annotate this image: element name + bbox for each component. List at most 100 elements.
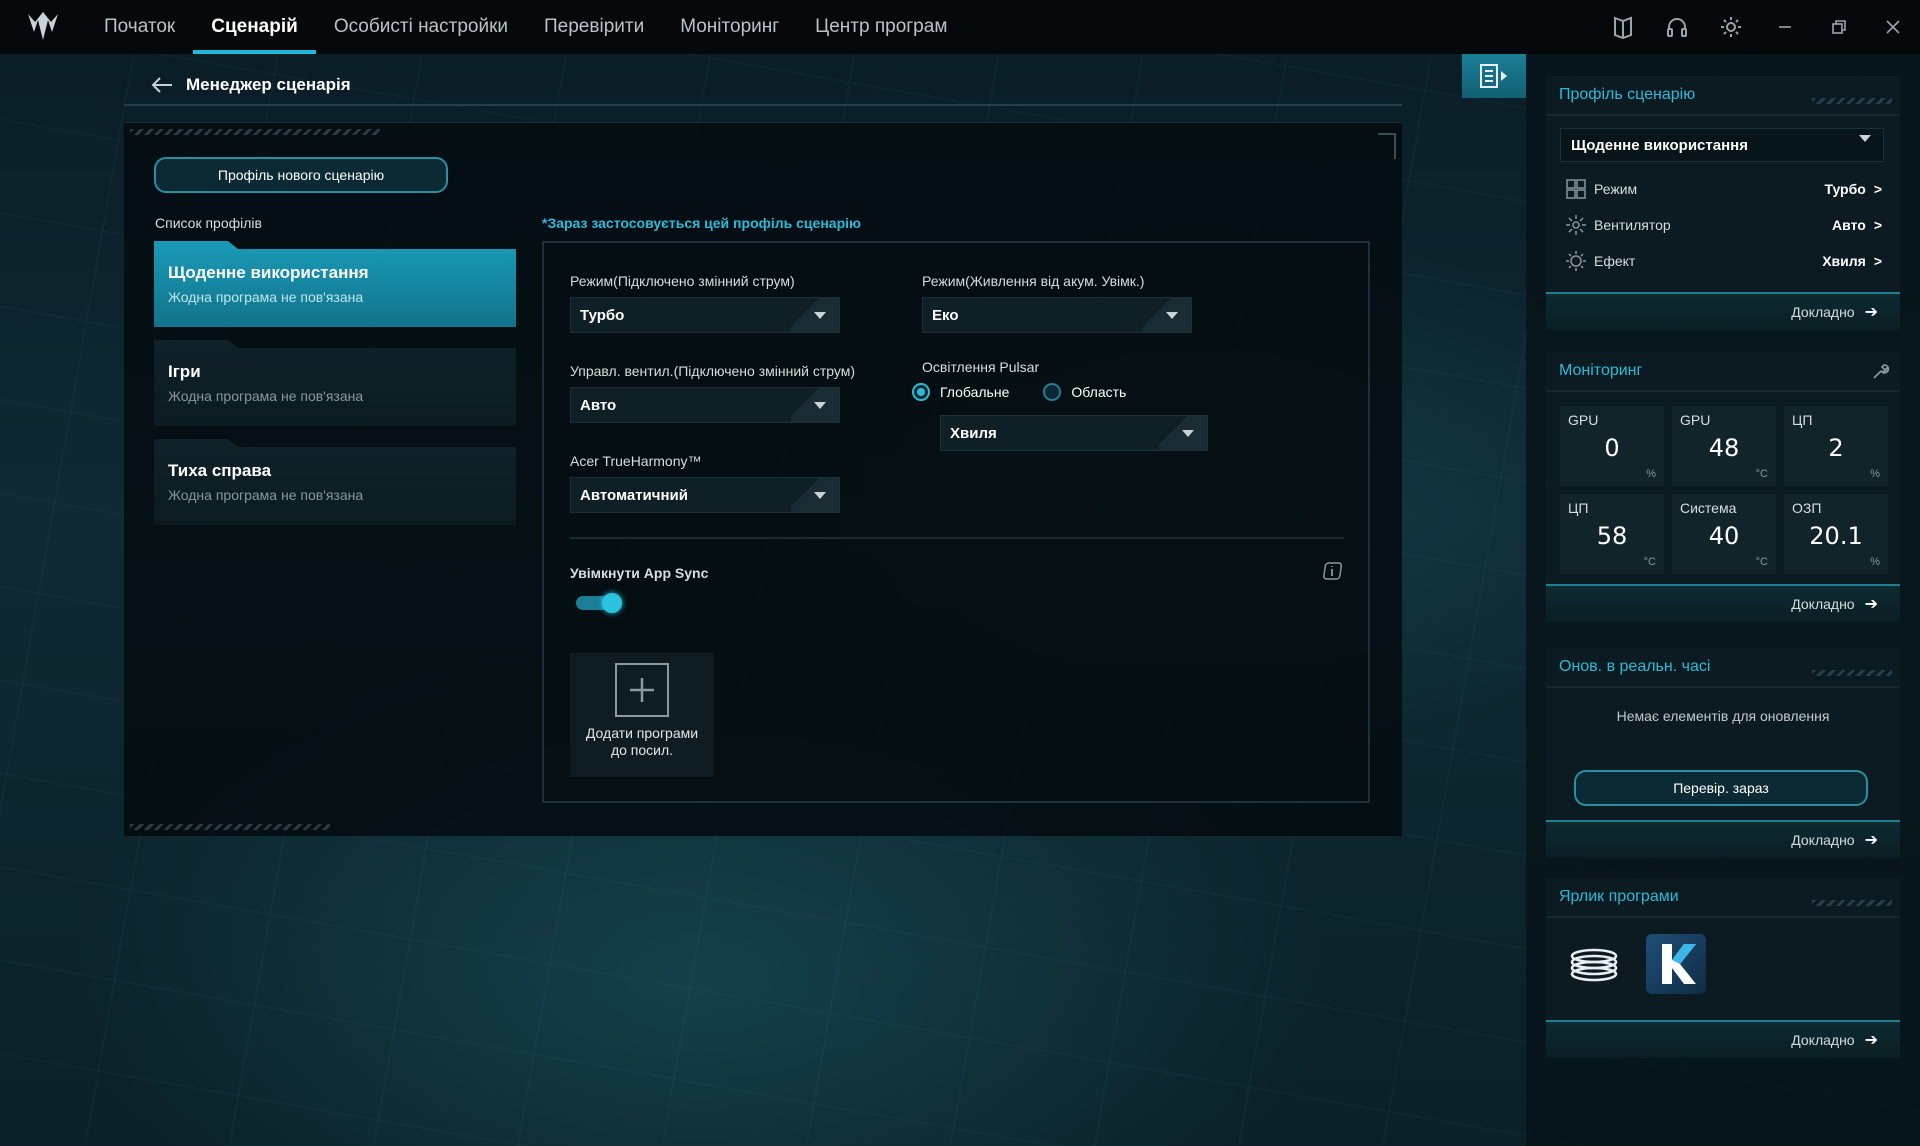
pulsar-global-radio[interactable]: Глобальне bbox=[912, 383, 1009, 401]
gear-icon[interactable] bbox=[1704, 0, 1758, 54]
mode-ac-value: Турбо bbox=[580, 306, 625, 324]
scenario-profile-dropdown[interactable]: Щоденне використання bbox=[1560, 128, 1884, 162]
monitor-grid: GPU 0 % GPU 48 °C ЦП 2 % ЦП 58 °C Систем… bbox=[1560, 406, 1888, 574]
add-apps-button[interactable]: Додати програми до посил. bbox=[570, 653, 714, 777]
profile-name: Ігри bbox=[168, 362, 201, 381]
active-profile-notice: *Зараз застосовується цей профіль сценар… bbox=[542, 215, 861, 231]
mode-ac-label: Режим(Підключено змінний струм) bbox=[570, 273, 795, 289]
effect-value: Хвиля bbox=[1822, 253, 1866, 269]
chevron-right-icon: > bbox=[1873, 181, 1882, 197]
profile-name: Щоденне використання bbox=[168, 263, 369, 282]
nav-check[interactable]: Перевірити bbox=[526, 0, 662, 54]
book-icon[interactable] bbox=[1596, 0, 1650, 54]
no-updates-text: Немає елементів для оновлення bbox=[1616, 708, 1830, 724]
arrow-right-icon: ➔ bbox=[1864, 832, 1878, 849]
app-shortcut-card: Ярлик програми Докладно ➔ bbox=[1546, 878, 1900, 1058]
chevron-down-icon bbox=[791, 298, 839, 332]
live-update-card: Онов. в реальн. часі Немає елементів для… bbox=[1546, 648, 1900, 858]
profile-list: Щоденне використання Жодна програма не п… bbox=[154, 241, 516, 538]
check-now-button[interactable]: Перевір. зараз bbox=[1574, 770, 1868, 806]
profile-settings: Режим(Підключено змінний струм) Турбо Ре… bbox=[542, 241, 1370, 803]
fan-ac-dropdown[interactable]: Авто bbox=[570, 387, 840, 423]
nav-home[interactable]: Початок bbox=[86, 0, 193, 54]
predator-logo-icon bbox=[22, 7, 64, 47]
pulsar-effect-dropdown[interactable]: Хвиля bbox=[940, 415, 1208, 451]
right-sidebar: Профіль сценарію Щоденне використання Ре… bbox=[1526, 54, 1920, 1146]
profile-item-quiet[interactable]: Тиха справа Жодна програма не пов'язана bbox=[154, 439, 516, 525]
mode-battery-label: Режим(Живлення від акум. Увімк.) bbox=[922, 273, 1145, 289]
top-bar: Початок Сценарій Особисті настройки Пере… bbox=[0, 0, 1920, 54]
arrow-right-icon: ➔ bbox=[1864, 596, 1878, 613]
window-controls bbox=[1596, 0, 1920, 54]
info-icon[interactable] bbox=[1322, 561, 1343, 581]
nav-scenario[interactable]: Сценарій bbox=[193, 0, 316, 54]
monitor-cpu-usage: ЦП 2 % bbox=[1784, 406, 1888, 486]
nav-app-center[interactable]: Центр програм bbox=[797, 0, 965, 54]
fan-icon bbox=[1564, 213, 1588, 237]
monitoring-card: Моніторинг GPU 0 % GPU 48 °C ЦП 2 % ЦП 5… bbox=[1546, 352, 1900, 622]
nav-personal-settings[interactable]: Особисті настройки bbox=[316, 0, 526, 54]
chevron-down-icon bbox=[791, 388, 839, 422]
shortcut-more-link[interactable]: Докладно ➔ bbox=[1546, 1020, 1900, 1058]
divider bbox=[570, 537, 1344, 539]
decorative-corner bbox=[1378, 133, 1396, 159]
fan-ac-label: Управл. вентил.(Підключено змінний струм… bbox=[570, 363, 856, 379]
add-apps-label: Додати програми до посил. bbox=[586, 725, 698, 759]
mode-battery-dropdown[interactable]: Еко bbox=[922, 297, 1192, 333]
trueharmony-label: Acer TrueHarmony™ bbox=[570, 453, 702, 469]
pulsar-area-label: Область bbox=[1071, 384, 1127, 400]
trueharmony-value: Автоматичний bbox=[580, 486, 688, 504]
disc-stack-app-icon[interactable] bbox=[1564, 934, 1624, 994]
card-title: Ярлик програми bbox=[1546, 878, 1900, 918]
profile-item-games[interactable]: Ігри Жодна програма не пов'язана bbox=[154, 340, 516, 426]
profile-list-label: Список профілів bbox=[155, 215, 262, 231]
fan-ac-value: Авто bbox=[580, 396, 617, 414]
pulsar-effect-value: Хвиля bbox=[950, 424, 997, 442]
chevron-down-icon bbox=[1143, 298, 1191, 332]
k-app-icon[interactable] bbox=[1646, 934, 1706, 994]
pulsar-radio-group: Глобальне Область bbox=[912, 383, 1160, 401]
profile-item-daily[interactable]: Щоденне використання Жодна програма не п… bbox=[154, 241, 516, 327]
decorative-stripe bbox=[130, 824, 330, 830]
add-apps-line1: Додати програми bbox=[585, 725, 699, 741]
appsync-toggle[interactable] bbox=[576, 593, 622, 613]
pulsar-area-radio[interactable]: Область bbox=[1043, 383, 1126, 401]
profile-subtitle: Жодна програма не пов'язана bbox=[168, 289, 364, 305]
radio-off-icon bbox=[1043, 383, 1062, 401]
radio-on-icon bbox=[912, 383, 930, 401]
toggle-knob bbox=[602, 593, 622, 613]
plus-icon bbox=[615, 663, 669, 717]
trueharmony-dropdown[interactable]: Автоматичний bbox=[570, 477, 840, 513]
mode-battery-value: Еко bbox=[932, 306, 959, 324]
collapse-sidebar-button[interactable] bbox=[1462, 54, 1526, 98]
new-profile-button[interactable]: Профіль нового сценарію bbox=[154, 157, 448, 193]
chevron-right-icon: > bbox=[1873, 253, 1882, 269]
wrench-icon[interactable] bbox=[1872, 362, 1890, 385]
nav-monitoring[interactable]: Моніторинг bbox=[662, 0, 797, 54]
sun-icon bbox=[1564, 249, 1588, 273]
arrow-right-icon: ➔ bbox=[1864, 1032, 1878, 1049]
arrow-right-icon: ➔ bbox=[1864, 304, 1878, 321]
back-arrow-icon[interactable] bbox=[142, 70, 182, 100]
decorative-stripe bbox=[130, 129, 380, 135]
headset-icon[interactable] bbox=[1650, 0, 1704, 54]
page-title: Менеджер сценарія bbox=[186, 75, 351, 94]
profile-subtitle: Жодна програма не пов'язана bbox=[168, 388, 364, 404]
update-more-link[interactable]: Докладно ➔ bbox=[1546, 820, 1900, 858]
chevron-down-icon bbox=[1859, 135, 1871, 159]
grid-icon bbox=[1564, 177, 1588, 201]
pulsar-global-label: Глобальне bbox=[940, 384, 1010, 400]
mode-row[interactable]: Режим Турбо > bbox=[1564, 174, 1882, 204]
mode-ac-dropdown[interactable]: Турбо bbox=[570, 297, 840, 333]
monitor-gpu-usage: GPU 0 % bbox=[1560, 406, 1664, 486]
mode-label: Режим bbox=[1594, 181, 1638, 197]
monitor-more-link[interactable]: Докладно ➔ bbox=[1546, 584, 1900, 622]
restore-icon[interactable] bbox=[1812, 0, 1866, 54]
pulsar-label: Освітлення Pulsar bbox=[922, 359, 1040, 375]
effect-label: Ефект bbox=[1594, 253, 1636, 269]
profile-more-link[interactable]: Докладно ➔ bbox=[1546, 292, 1900, 330]
fan-row[interactable]: Вентилятор Авто > bbox=[1564, 210, 1882, 240]
effect-row[interactable]: Ефект Хвиля > bbox=[1564, 246, 1882, 276]
close-icon[interactable] bbox=[1866, 0, 1920, 54]
minimize-icon[interactable] bbox=[1758, 0, 1812, 54]
